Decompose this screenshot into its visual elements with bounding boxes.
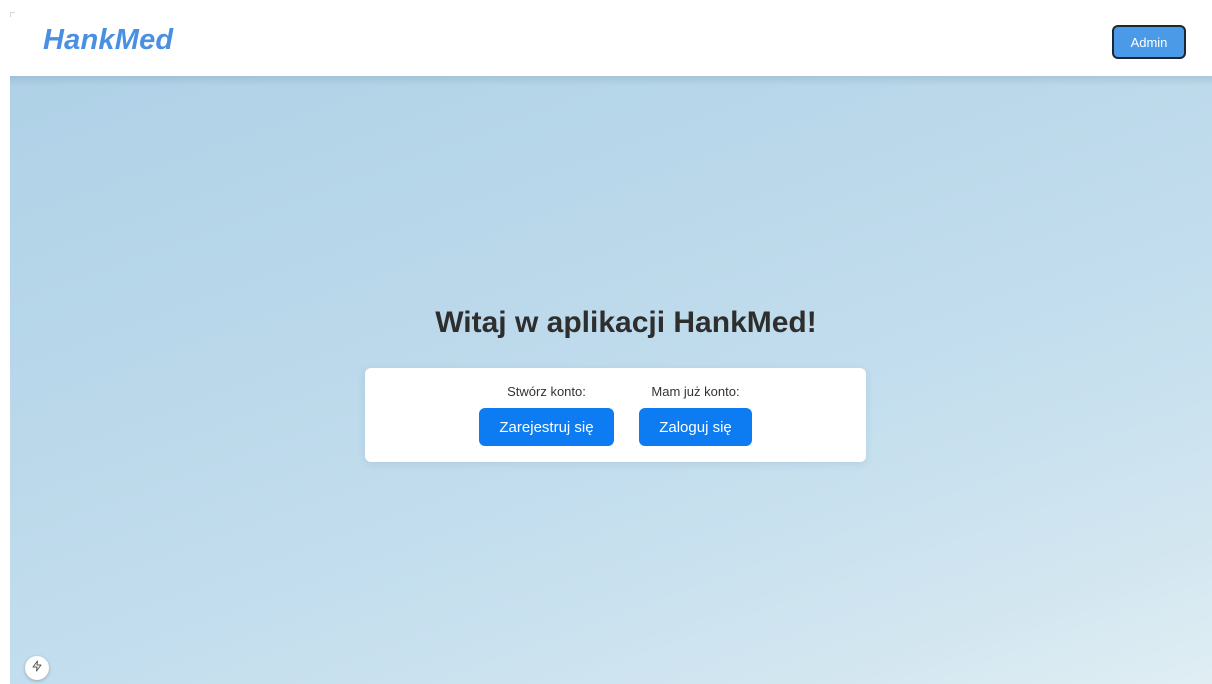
- auth-card: Stwórz konto: Zarejestruj się Mam już ko…: [365, 368, 866, 462]
- login-option: Mam już konto: Zaloguj się: [639, 384, 752, 446]
- main-content: Witaj w aplikacji HankMed! Stwórz konto:…: [10, 76, 1212, 684]
- register-button[interactable]: Zarejestruj się: [479, 408, 614, 446]
- register-option: Stwórz konto: Zarejestruj się: [479, 384, 614, 446]
- bolt-badge[interactable]: [25, 656, 49, 680]
- login-button[interactable]: Zaloguj się: [639, 408, 752, 446]
- admin-button[interactable]: Admin: [1112, 25, 1186, 59]
- login-label: Mam już konto:: [651, 384, 740, 399]
- app-header: HankMed Admin: [0, 0, 1212, 76]
- bolt-icon: [31, 659, 43, 677]
- register-label: Stwórz konto:: [507, 384, 586, 399]
- brand-logo[interactable]: HankMed: [43, 24, 173, 57]
- page: HankMed Admin Witaj w aplikacji HankMed!…: [0, 0, 1212, 684]
- corner-mark: [10, 12, 15, 17]
- welcome-heading: Witaj w aplikacji HankMed!: [435, 306, 817, 339]
